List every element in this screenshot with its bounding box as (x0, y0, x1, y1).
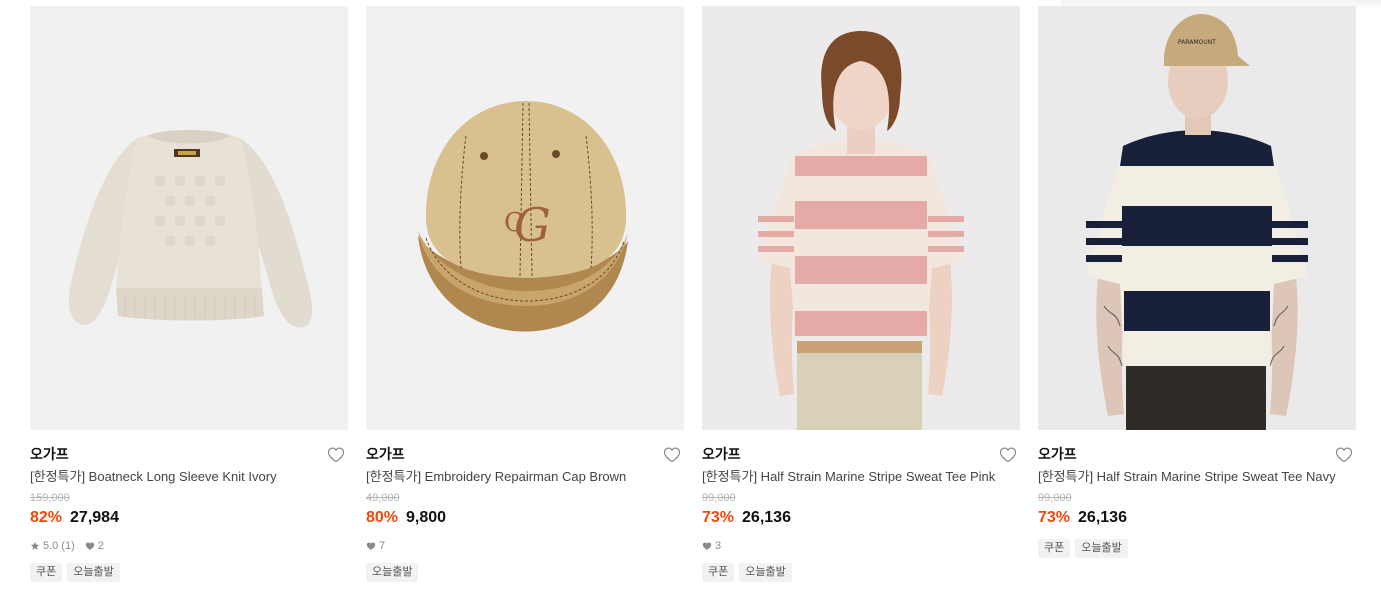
product-name[interactable]: [한정특가] Half Strain Marine Stripe Sweat T… (1038, 468, 1356, 486)
product-card[interactable]: 오가프 [한정특가] Half Strain Marine Stripe Swe… (702, 6, 1020, 582)
wishlist-heart-icon[interactable] (326, 444, 346, 464)
original-price: 49,000 (366, 492, 400, 504)
product-card[interactable]: G C 오가프 [한정특가] Embroidery Repairman Cap … (366, 6, 684, 582)
product-card[interactable]: PARAMOUNT 오가프 [한정특가] Half Strain Marine … (1038, 6, 1356, 582)
product-card[interactable]: 오가프 [한정특가] Boatneck Long Sleeve Knit Ivo… (30, 6, 348, 582)
discount-rate: 80% (366, 509, 399, 526)
discount-rate: 73% (702, 509, 735, 526)
tag-same-day-shipping: 오늘출발 (1075, 539, 1128, 558)
original-price: 99,000 (702, 492, 736, 504)
discount-rate: 73% (1038, 509, 1071, 526)
sale-price: 9,800 (406, 509, 447, 526)
product-grid: 오가프 [한정특가] Boatneck Long Sleeve Knit Ivo… (30, 6, 1356, 582)
tag-coupon: 쿠폰 (30, 563, 63, 582)
brand-name[interactable]: 오가프 (30, 444, 69, 464)
wishlist-heart-icon[interactable] (998, 444, 1018, 464)
review-count: (1) (61, 540, 75, 552)
like-count: 7 (366, 540, 385, 552)
like-value: 3 (715, 540, 722, 552)
brand-name[interactable]: 오가프 (366, 444, 405, 464)
wishlist-heart-icon[interactable] (1334, 444, 1354, 464)
original-price: 159,000 (30, 492, 70, 504)
wishlist-heart-icon[interactable] (662, 444, 682, 464)
product-image-navy-tee[interactable]: PARAMOUNT (1038, 6, 1356, 430)
product-name[interactable]: [한정특가] Boatneck Long Sleeve Knit Ivory (30, 468, 348, 486)
tag-same-day-shipping: 오늘출발 (67, 563, 120, 582)
rating: 5.0 (1) (30, 540, 75, 552)
tag-coupon: 쿠폰 (1038, 539, 1071, 558)
cap-image: G C (366, 6, 684, 430)
original-price: 99,000 (1038, 492, 1072, 504)
knit-sweater-image (30, 6, 348, 430)
like-count: 2 (85, 540, 104, 552)
like-value: 7 (379, 540, 386, 552)
product-name[interactable]: [한정특가] Embroidery Repairman Cap Brown (366, 468, 684, 486)
rating-value: 5.0 (43, 540, 59, 552)
tag-same-day-shipping: 오늘출발 (739, 563, 792, 582)
tag-same-day-shipping: 오늘출발 (366, 563, 419, 582)
product-name[interactable]: [한정특가] Half Strain Marine Stripe Sweat T… (702, 468, 1020, 486)
heart-filled-icon (702, 542, 712, 550)
heart-filled-icon (85, 542, 94, 550)
like-count: 3 (702, 540, 721, 552)
brand-name[interactable]: 오가프 (1038, 444, 1077, 464)
heart-filled-icon (366, 542, 376, 550)
sale-price: 26,136 (1078, 509, 1127, 526)
product-image-cap[interactable]: G C (366, 6, 684, 430)
sale-price: 26,136 (742, 509, 791, 526)
discount-rate: 82% (30, 509, 63, 526)
tag-coupon: 쿠폰 (702, 563, 735, 582)
like-value: 2 (97, 540, 104, 552)
brand-name[interactable]: 오가프 (702, 444, 741, 464)
sale-price: 27,984 (70, 509, 119, 526)
model-navy-stripe-tee-image: PARAMOUNT (1038, 6, 1356, 430)
product-image-knit[interactable] (30, 6, 348, 430)
svg-text:C: C (504, 208, 524, 238)
svg-text:PARAMOUNT: PARAMOUNT (1178, 39, 1216, 46)
model-pink-stripe-tee-image (702, 6, 1020, 430)
star-icon (30, 541, 40, 550)
product-image-pink-tee[interactable] (702, 6, 1020, 430)
